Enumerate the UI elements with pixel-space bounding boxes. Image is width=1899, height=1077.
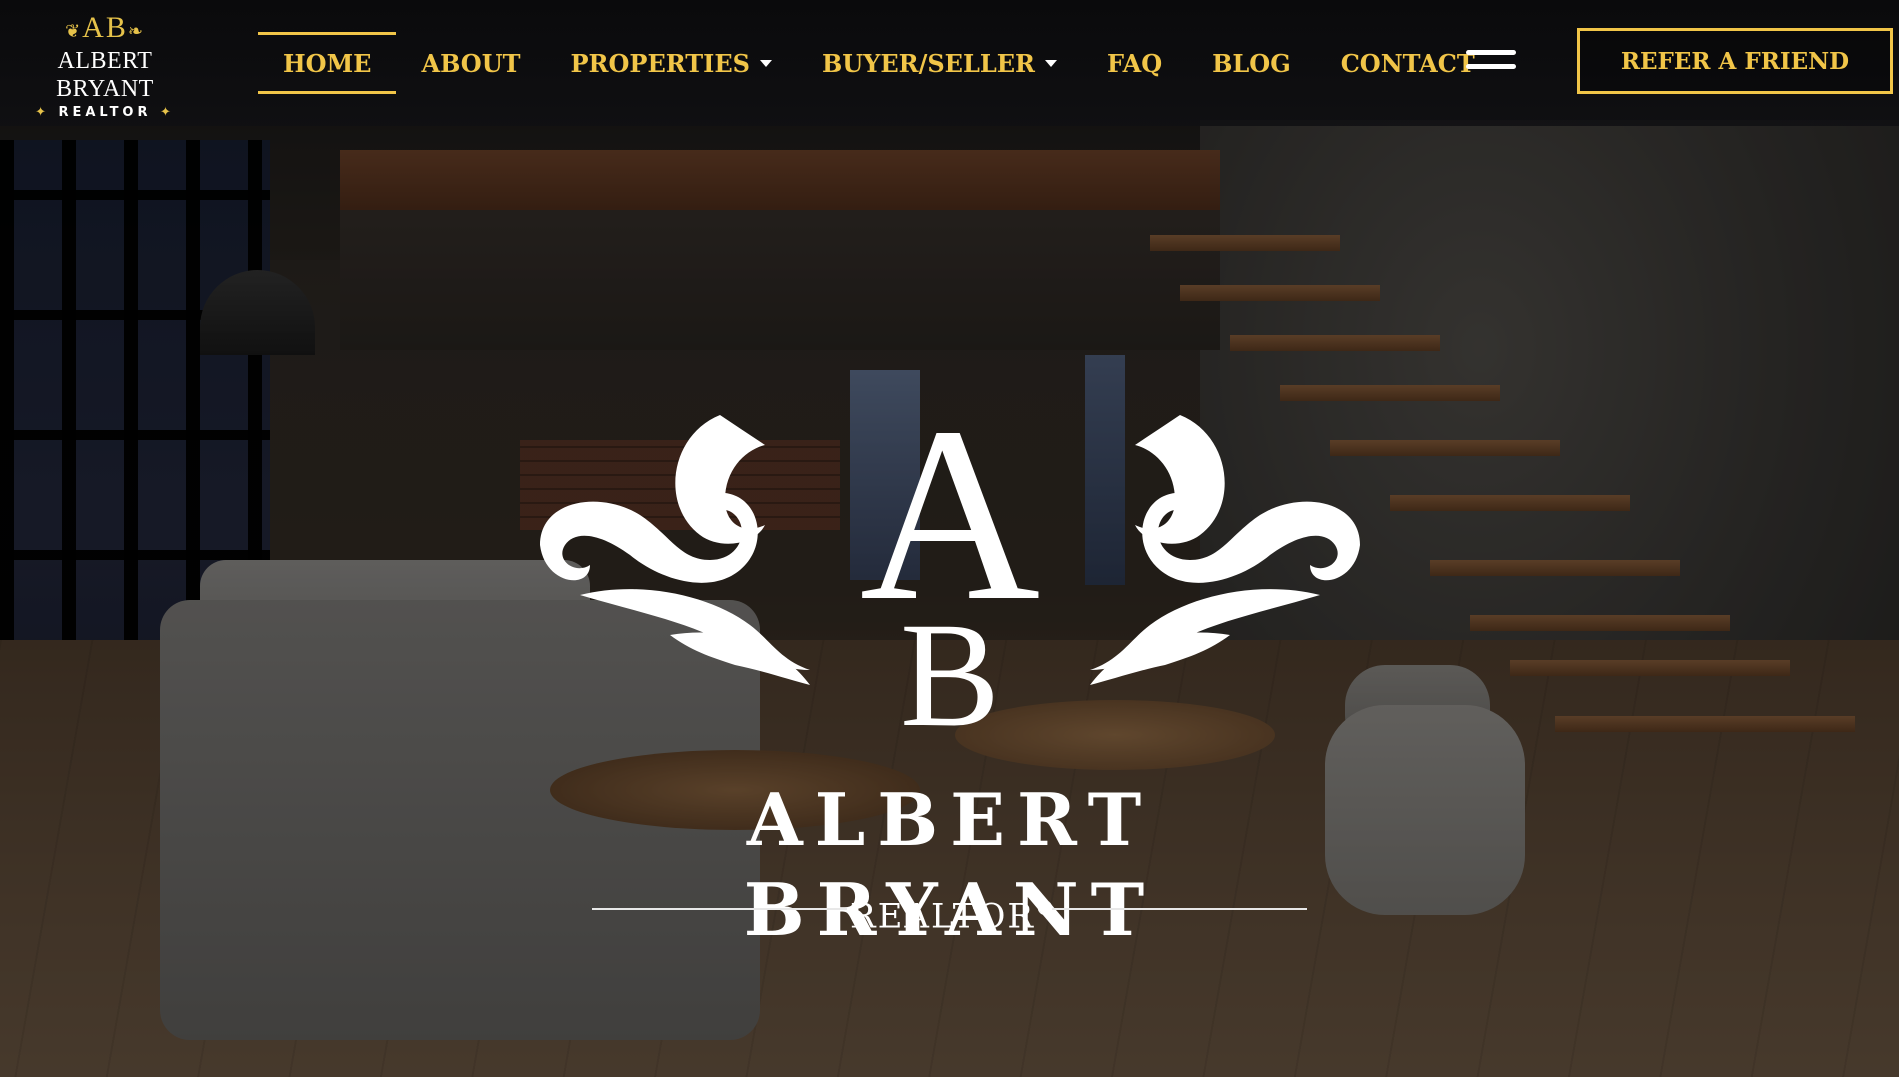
- site-header: ❦AB❧ ALBERT BRYANT ✦ REALTOR ✦ HOME ABOU…: [0, 0, 1899, 126]
- logo-monogram: ❦AB❧: [10, 12, 200, 47]
- registered-mark: ®: [1034, 896, 1057, 920]
- divider-left: [592, 908, 847, 910]
- logo-name: ALBERT BRYANT: [56, 48, 154, 102]
- chevron-down-icon: [1044, 59, 1057, 67]
- nav-about[interactable]: ABOUT: [396, 35, 545, 91]
- site-logo[interactable]: ❦AB❧ ALBERT BRYANT ✦ REALTOR ✦: [10, 12, 200, 121]
- hero-monogram-b: B: [899, 592, 1001, 758]
- logo-leaf-right-icon: ✦: [151, 105, 175, 120]
- nav-home[interactable]: HOME: [258, 32, 397, 94]
- main-nav: HOME ABOUT PROPERTIES BUYER/SELLER FAQ B…: [258, 0, 1500, 126]
- logo-monogram-text: AB: [82, 11, 128, 44]
- nav-buyer-seller[interactable]: BUYER/SELLER: [797, 35, 1082, 91]
- page: A B ALBERT BRYANT REALTOR® ❦AB❧ ALBERT B…: [0, 0, 1899, 1077]
- logo-subtitle: ✦ REALTOR ✦: [10, 103, 200, 123]
- refer-a-friend-button[interactable]: REFER A FRIEND: [1577, 28, 1893, 94]
- hero-subtitle: REALTOR®: [850, 885, 1055, 939]
- logo-swirl-right-icon: ❧: [127, 21, 145, 41]
- hero-subtitle-text: REALTOR: [850, 896, 1035, 937]
- logo-leaf-left-icon: ✦: [35, 105, 59, 120]
- nav-properties[interactable]: PROPERTIES: [546, 35, 797, 91]
- nav-faq[interactable]: FAQ: [1082, 35, 1187, 91]
- hamburger-menu-icon[interactable]: [1466, 50, 1516, 76]
- logo-subtitle-text: REALTOR: [58, 105, 152, 120]
- logo-swirl-left-icon: ❦: [65, 21, 83, 41]
- chevron-down-icon: [759, 59, 772, 67]
- divider-right: [1052, 908, 1307, 910]
- nav-blog[interactable]: BLOG: [1187, 35, 1316, 91]
